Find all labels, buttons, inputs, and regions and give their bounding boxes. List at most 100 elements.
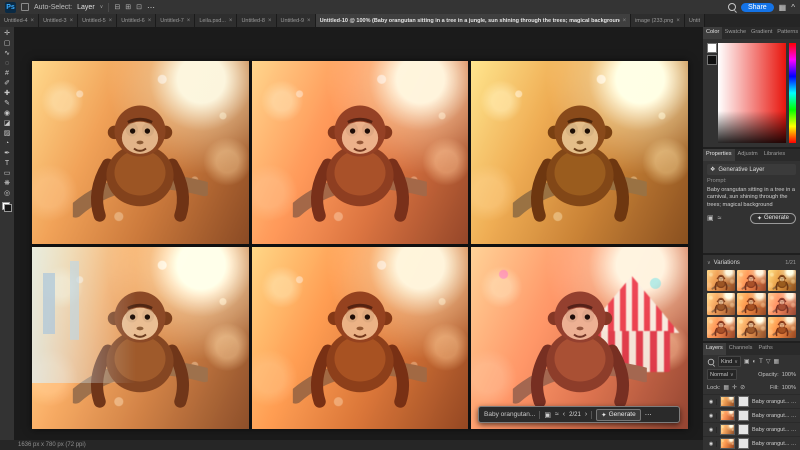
layer-row[interactable]: ◉ Baby orangut... background (703, 423, 800, 437)
generated-image-tile[interactable] (471, 61, 688, 244)
lasso-tool[interactable]: ∿ (4, 50, 10, 57)
zoom-tool[interactable]: ◎ (4, 190, 10, 197)
pen-tool[interactable]: ✒ (4, 150, 10, 157)
document-tab[interactable]: Untitled-6 × (117, 14, 156, 27)
properties-icon[interactable]: ≈ (555, 411, 559, 418)
filter-shape-icon[interactable]: ▽ (766, 358, 771, 365)
document-tab[interactable]: Untitled-4 × (0, 14, 39, 27)
visibility-toggle[interactable]: ◉ (706, 413, 717, 419)
chevron-down-icon[interactable]: ∨ (100, 4, 104, 10)
gradient-tool[interactable]: ▨ (4, 130, 11, 137)
close-tab-icon[interactable]: × (70, 18, 74, 24)
layer-thumbnail[interactable] (720, 438, 735, 449)
move-tool[interactable]: ✛ (4, 30, 10, 37)
fill-value[interactable]: 100% (782, 385, 796, 391)
chevron-down-icon[interactable]: ∨ (707, 260, 711, 266)
crop-tool[interactable]: # (5, 70, 9, 77)
filter-adjustment-icon[interactable]: ◐ (753, 359, 757, 365)
variation-thumbnail[interactable] (737, 270, 765, 291)
layer-thumbnail[interactable] (720, 396, 735, 407)
generative-layer-badge[interactable]: ❖ Generative Layer (707, 164, 796, 175)
opacity-value[interactable]: 100% (782, 372, 796, 378)
background-color-chip[interactable] (707, 55, 717, 65)
thumbnail-icon[interactable]: ▣ (544, 411, 551, 419)
lock-position-icon[interactable]: ✛ (732, 384, 737, 391)
filter-type-icon[interactable]: T (759, 359, 763, 365)
layer-name[interactable]: Baby orangut... background (752, 413, 797, 419)
variation-thumbnail[interactable] (768, 270, 796, 291)
visibility-toggle[interactable]: ◉ (706, 427, 717, 433)
lock-transparency-icon[interactable]: ▦ (723, 384, 729, 391)
visibility-toggle[interactable]: ◉ (706, 399, 717, 405)
foreground-color-chip[interactable] (707, 43, 717, 53)
tab-gradients[interactable]: Gradient (748, 27, 774, 39)
document-tab[interactable]: Untitled-9 × (277, 14, 316, 27)
search-icon[interactable] (728, 3, 736, 11)
brush-tool[interactable]: ✎ (4, 100, 10, 107)
tab-color[interactable]: Color (703, 27, 722, 39)
taskbar-prompt-text[interactable]: Baby orangutan... (484, 411, 535, 418)
auto-select-checkbox[interactable] (21, 3, 29, 11)
document-tab[interactable]: image (233.png × (631, 14, 685, 27)
variation-thumbnail[interactable] (768, 317, 796, 338)
next-variation-icon[interactable]: › (585, 411, 587, 418)
more-options-icon[interactable]: ⋯ (147, 3, 155, 12)
close-tab-icon[interactable]: × (307, 18, 311, 24)
tab-layers[interactable]: Layers (703, 343, 726, 355)
generated-image-tile[interactable] (252, 247, 469, 430)
variation-thumbnail[interactable] (768, 293, 796, 314)
filter-smart-object-icon[interactable]: ▦ (773, 358, 779, 365)
blend-mode-dropdown[interactable]: Normal ∨ (707, 369, 737, 380)
visibility-toggle[interactable]: ◉ (706, 441, 717, 447)
layer-thumbnail[interactable] (720, 424, 735, 435)
tab-properties[interactable]: Properties (703, 149, 735, 161)
tab-swatches[interactable]: Swatche (722, 27, 748, 39)
generated-image-tile[interactable] (32, 247, 249, 430)
document-tab[interactable]: Untitled-3 × (39, 14, 78, 27)
layer-mask-thumbnail[interactable] (738, 410, 749, 421)
saturation-field[interactable] (718, 43, 786, 143)
layer-mask-thumbnail[interactable] (738, 438, 749, 449)
variation-thumbnail[interactable] (737, 317, 765, 338)
marquee-tool[interactable]: ▢ (4, 40, 11, 47)
close-tab-icon[interactable]: × (623, 18, 627, 24)
active-document-tab[interactable]: Untitled-10 @ 100% (Baby orangutan sitti… (316, 14, 632, 27)
healing-brush-tool[interactable]: ✚ (4, 90, 10, 97)
settings-icon[interactable]: ≈ (718, 215, 722, 222)
align-left-icon[interactable]: ⊟ (114, 3, 120, 11)
eyedropper-tool[interactable]: ✐ (4, 80, 10, 87)
auto-select-value[interactable]: Layer (77, 4, 95, 11)
collapse-icon[interactable]: ^ (791, 3, 795, 12)
eraser-tool[interactable]: ◪ (4, 120, 11, 127)
lock-all-icon[interactable]: ⊘ (740, 384, 745, 391)
variations-header[interactable]: ∨ Variations 1/21 (703, 255, 800, 270)
generated-image-tile[interactable] (471, 247, 688, 430)
layer-name[interactable]: Baby orangut... background (752, 399, 797, 405)
clone-stamp-tool[interactable]: ◉ (4, 110, 10, 117)
close-tab-icon[interactable]: × (229, 18, 233, 24)
document-tab[interactable]: Untitled-8 × (237, 14, 276, 27)
generate-button[interactable]: ✦ Generate (750, 213, 796, 224)
close-tab-icon[interactable]: × (148, 18, 152, 24)
more-options-icon[interactable]: ⋯ (645, 411, 652, 419)
type-tool[interactable]: T (5, 160, 9, 167)
foreground-background-swatches[interactable] (2, 202, 12, 212)
quick-select-tool[interactable]: ◌ (5, 60, 9, 67)
tab-adjustments[interactable]: Adjustm (735, 149, 761, 161)
kind-filter-dropdown[interactable]: Kind ∨ (718, 356, 741, 367)
layer-mask-thumbnail[interactable] (738, 424, 749, 435)
hand-tool[interactable]: ❋ (4, 180, 10, 187)
variation-thumbnail[interactable] (707, 270, 735, 291)
document-tab[interactable]: Leila.psd... × (195, 14, 237, 27)
hue-slider[interactable] (789, 43, 796, 143)
prompt-text[interactable]: Baby orangutan sitting in a tree in a ca… (707, 187, 796, 209)
layer-name[interactable]: Baby orangut... background (752, 441, 797, 447)
generated-image-tile[interactable] (32, 61, 249, 244)
layer-row[interactable]: ◉ Baby orangut... background (703, 409, 800, 423)
document-tab[interactable]: Untitled-7 × (156, 14, 195, 27)
variation-thumbnail[interactable] (707, 317, 735, 338)
share-button[interactable]: Share (741, 3, 774, 12)
tab-patterns[interactable]: Patterns (774, 27, 800, 39)
tab-libraries[interactable]: Libraries (761, 149, 788, 161)
close-tab-icon[interactable]: × (109, 18, 113, 24)
